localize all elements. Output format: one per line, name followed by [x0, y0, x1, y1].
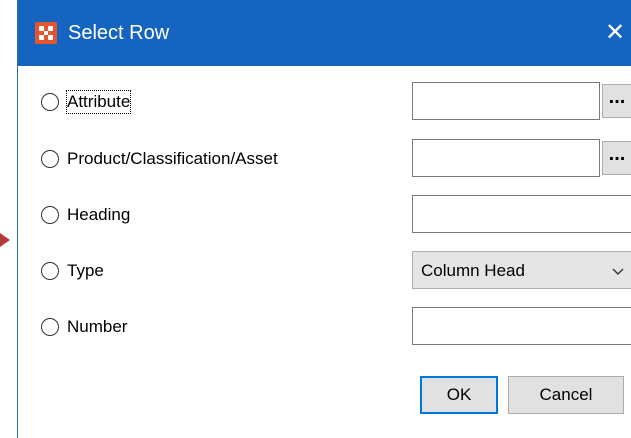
label-type[interactable]: Type: [67, 260, 104, 282]
product-classification-asset-input[interactable]: [412, 139, 600, 177]
attribute-browse-button[interactable]: ...: [602, 84, 631, 118]
product-classification-asset-browse-button[interactable]: ...: [602, 141, 631, 175]
close-icon[interactable]: ✕: [605, 16, 631, 50]
app-logo-icon: [35, 22, 57, 44]
label-product-classification-asset[interactable]: Product/Classification/Asset: [67, 148, 278, 170]
row-attribute: Attribute ...: [18, 82, 631, 122]
dialog-title: Select Row: [68, 22, 170, 44]
pointer-arrow-icon: [0, 233, 10, 247]
radio-number[interactable]: [41, 318, 59, 336]
row-product-classification-asset: Product/Classification/Asset ...: [18, 139, 631, 179]
chevron-down-icon: [612, 268, 624, 275]
label-heading[interactable]: Heading: [67, 204, 130, 226]
radio-heading[interactable]: [41, 206, 59, 224]
number-input[interactable]: [412, 307, 631, 345]
label-number[interactable]: Number: [67, 316, 127, 338]
type-select-value: Column Head: [421, 261, 525, 280]
radio-type[interactable]: [41, 262, 59, 280]
row-type: Type Column Head: [18, 251, 631, 291]
radio-product-classification-asset[interactable]: [41, 150, 59, 168]
title-bar: Select Row ✕: [18, 0, 631, 66]
ok-button[interactable]: OK: [420, 376, 498, 414]
radio-attribute[interactable]: [41, 93, 59, 111]
attribute-input[interactable]: [412, 82, 600, 120]
cancel-button[interactable]: Cancel: [508, 376, 624, 414]
label-attribute[interactable]: Attribute: [65, 90, 132, 114]
row-number: Number: [18, 307, 631, 347]
heading-input[interactable]: [412, 195, 631, 233]
row-heading: Heading: [18, 195, 631, 235]
type-select[interactable]: Column Head: [412, 251, 631, 289]
select-row-dialog: Select Row ✕ Attribute ... Product/Class…: [17, 0, 631, 438]
